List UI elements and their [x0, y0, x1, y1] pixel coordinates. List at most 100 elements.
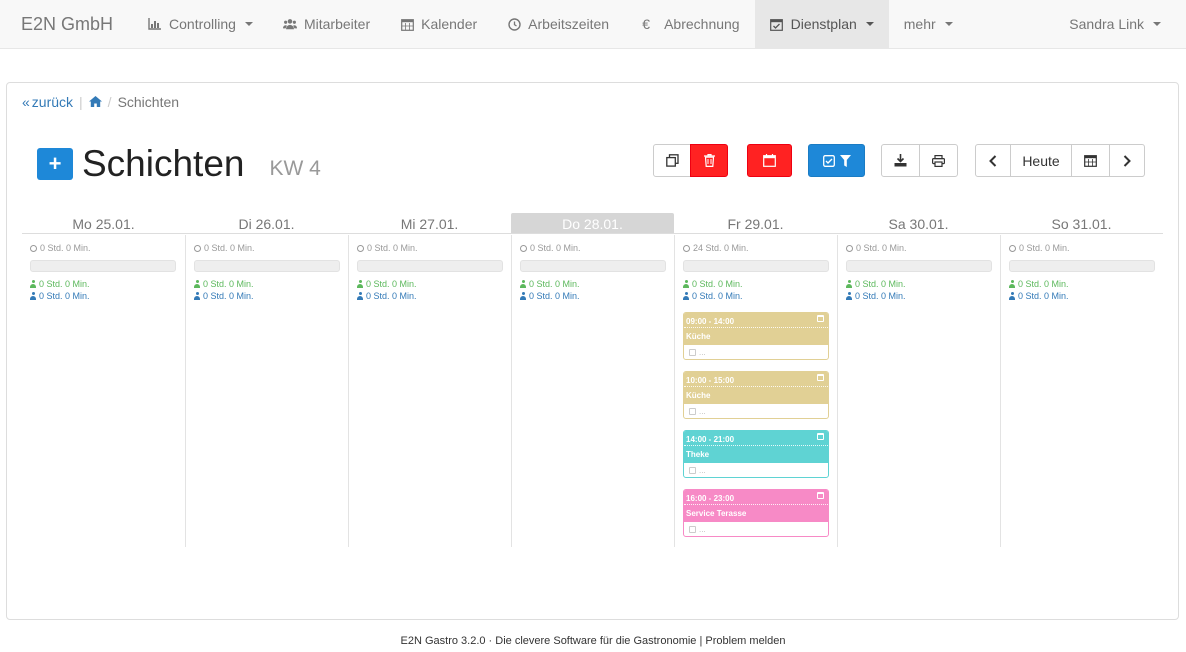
calendar-icon[interactable]	[817, 374, 824, 381]
planned-hours: 0 Std. 0 Min.	[194, 243, 255, 253]
download-button[interactable]	[881, 144, 920, 177]
person-icon	[194, 280, 200, 288]
day-column-do: Do 28.01. 0 Std. 0 Min. 0 Std. 0 Min. 0 …	[511, 213, 674, 547]
filter-button[interactable]	[808, 144, 865, 177]
day-body[interactable]: 0 Std. 0 Min. 0 Std. 0 Min. 0 Std. 0 Min…	[511, 235, 674, 547]
breadcrumb: « zurück | / Schichten	[22, 94, 179, 110]
shift-placeholder: ...	[699, 525, 706, 534]
day-header[interactable]: Di 26.01.	[185, 213, 348, 234]
person-icon	[357, 280, 363, 288]
shift-assign-row[interactable]: ...	[684, 463, 828, 477]
shift-header: 09:00 - 14:00 Küche	[684, 313, 828, 345]
day-body[interactable]: 0 Std. 0 Min. 0 Std. 0 Min. 0 Std. 0 Min…	[837, 235, 1000, 547]
blue-stat: 0 Std. 0 Min.	[357, 291, 417, 301]
delete-button[interactable]	[690, 144, 728, 177]
chevron-left-icon	[989, 154, 997, 167]
checkbox-icon[interactable]	[689, 467, 696, 474]
nav-mitarbeiter[interactable]: Mitarbeiter	[268, 0, 385, 49]
blue-stat-text: 0 Std. 0 Min.	[855, 291, 906, 301]
breadcrumb-divider: |	[79, 94, 83, 110]
planned-hours-text: 0 Std. 0 Min.	[1019, 243, 1070, 253]
next-week-button[interactable]	[1109, 144, 1145, 177]
day-header[interactable]: So 31.01.	[1000, 213, 1163, 234]
shift-time: 16:00 - 23:00	[686, 494, 735, 503]
day-body[interactable]: 0 Std. 0 Min. 0 Std. 0 Min. 0 Std. 0 Min…	[348, 235, 511, 547]
user-menu[interactable]: Sandra Link	[1054, 0, 1186, 49]
shift-name: Theke	[686, 450, 710, 459]
nav-arbeitszeiten[interactable]: Arbeitszeiten	[492, 0, 624, 49]
copy-button[interactable]	[653, 144, 691, 177]
day-header-today[interactable]: Do 28.01.	[511, 213, 674, 234]
day-header[interactable]: Mo 25.01.	[22, 213, 185, 234]
divider	[684, 327, 828, 328]
nav-abrechnung[interactable]: € Abrechnung	[624, 0, 755, 49]
shift-time: 14:00 - 21:00	[686, 435, 735, 444]
today-button[interactable]: Heute	[1010, 144, 1072, 177]
planned-hours-text: 0 Std. 0 Min.	[40, 243, 91, 253]
shift-card[interactable]: 10:00 - 15:00 Küche ...	[683, 371, 829, 419]
euro-icon: €	[642, 16, 650, 32]
shift-card[interactable]: 16:00 - 23:00 Service Terasse ...	[683, 489, 829, 537]
person-icon	[194, 292, 200, 300]
nav-kalender-label: Kalender	[421, 16, 478, 32]
planned-hours-text: 0 Std. 0 Min.	[367, 243, 418, 253]
divider	[684, 504, 828, 505]
day-header[interactable]: Mi 27.01.	[348, 213, 511, 234]
shift-assign-row[interactable]: ...	[684, 522, 828, 536]
shift-card[interactable]: 09:00 - 14:00 Küche ...	[683, 312, 829, 360]
shift-placeholder: ...	[699, 466, 706, 475]
add-shift-button[interactable]: +	[37, 148, 73, 180]
hours-progress-bar	[520, 260, 666, 272]
back-link[interactable]: « zurück	[22, 94, 73, 110]
planned-hours-text: 0 Std. 0 Min.	[530, 243, 581, 253]
brand-logo[interactable]: E2N GmbH	[0, 0, 133, 49]
clock-icon	[194, 244, 201, 252]
shift-assign-row[interactable]: ...	[684, 404, 828, 418]
blue-stat: 0 Std. 0 Min.	[846, 291, 906, 301]
nav-mehr[interactable]: mehr	[889, 0, 968, 49]
person-icon	[683, 292, 689, 300]
page-title: Schichten	[82, 143, 245, 184]
day-body[interactable]: 0 Std. 0 Min. 0 Std. 0 Min. 0 Std. 0 Min…	[185, 235, 348, 547]
nav-controlling-label: Controlling	[169, 16, 236, 32]
chevron-right-icon	[1123, 154, 1131, 167]
blue-stat: 0 Std. 0 Min.	[1009, 291, 1069, 301]
calendar-icon	[1084, 155, 1097, 167]
main-panel: « zurück | / Schichten + Schichten KW 4	[6, 82, 1179, 620]
nav-dienstplan[interactable]: Dienstplan	[754, 0, 889, 49]
prev-week-button[interactable]	[975, 144, 1011, 177]
breadcrumb-current: Schichten	[117, 94, 180, 110]
calendar-icon[interactable]	[817, 315, 824, 322]
person-icon	[683, 280, 689, 288]
green-stat-text: 0 Std. 0 Min.	[692, 279, 743, 289]
pick-date-button[interactable]	[1071, 144, 1110, 177]
user-name: Sandra Link	[1069, 16, 1144, 32]
shift-card[interactable]: 14:00 - 21:00 Theke ...	[683, 430, 829, 478]
person-icon	[846, 280, 852, 288]
calendar-icon[interactable]	[817, 492, 824, 499]
green-stat: 0 Std. 0 Min.	[520, 279, 580, 289]
calendar-icon[interactable]	[817, 433, 824, 440]
shift-assign-row[interactable]: ...	[684, 345, 828, 359]
week-calendar: Mo 25.01. 0 Std. 0 Min. 0 Std. 0 Min. 0 …	[22, 213, 1163, 547]
shift-time: 09:00 - 14:00	[686, 317, 735, 326]
day-body[interactable]: 0 Std. 0 Min. 0 Std. 0 Min. 0 Std. 0 Min…	[22, 235, 185, 547]
copy-delete-group	[653, 144, 728, 177]
nav-kalender[interactable]: Kalender	[385, 0, 492, 49]
calendar-red-button[interactable]	[747, 144, 792, 177]
checkbox-icon[interactable]	[689, 408, 696, 415]
back-link-label: zurück	[31, 94, 74, 110]
clock-icon	[30, 244, 37, 252]
day-header[interactable]: Sa 30.01.	[837, 213, 1000, 234]
day-header[interactable]: Fr 29.01.	[674, 213, 837, 234]
green-stat: 0 Std. 0 Min.	[357, 279, 417, 289]
day-body[interactable]: 24 Std. 0 Min. 0 Std. 0 Min. 0 Std. 0 Mi…	[674, 235, 837, 547]
checkbox-icon[interactable]	[689, 349, 696, 356]
checkbox-icon[interactable]	[689, 526, 696, 533]
clock-icon	[357, 244, 364, 252]
nav-mitarbeiter-label: Mitarbeiter	[303, 16, 371, 32]
day-body[interactable]: 0 Std. 0 Min. 0 Std. 0 Min. 0 Std. 0 Min…	[1000, 235, 1163, 547]
print-button[interactable]	[919, 144, 958, 177]
home-icon[interactable]	[88, 94, 102, 110]
nav-controlling[interactable]: Controlling	[133, 0, 268, 49]
